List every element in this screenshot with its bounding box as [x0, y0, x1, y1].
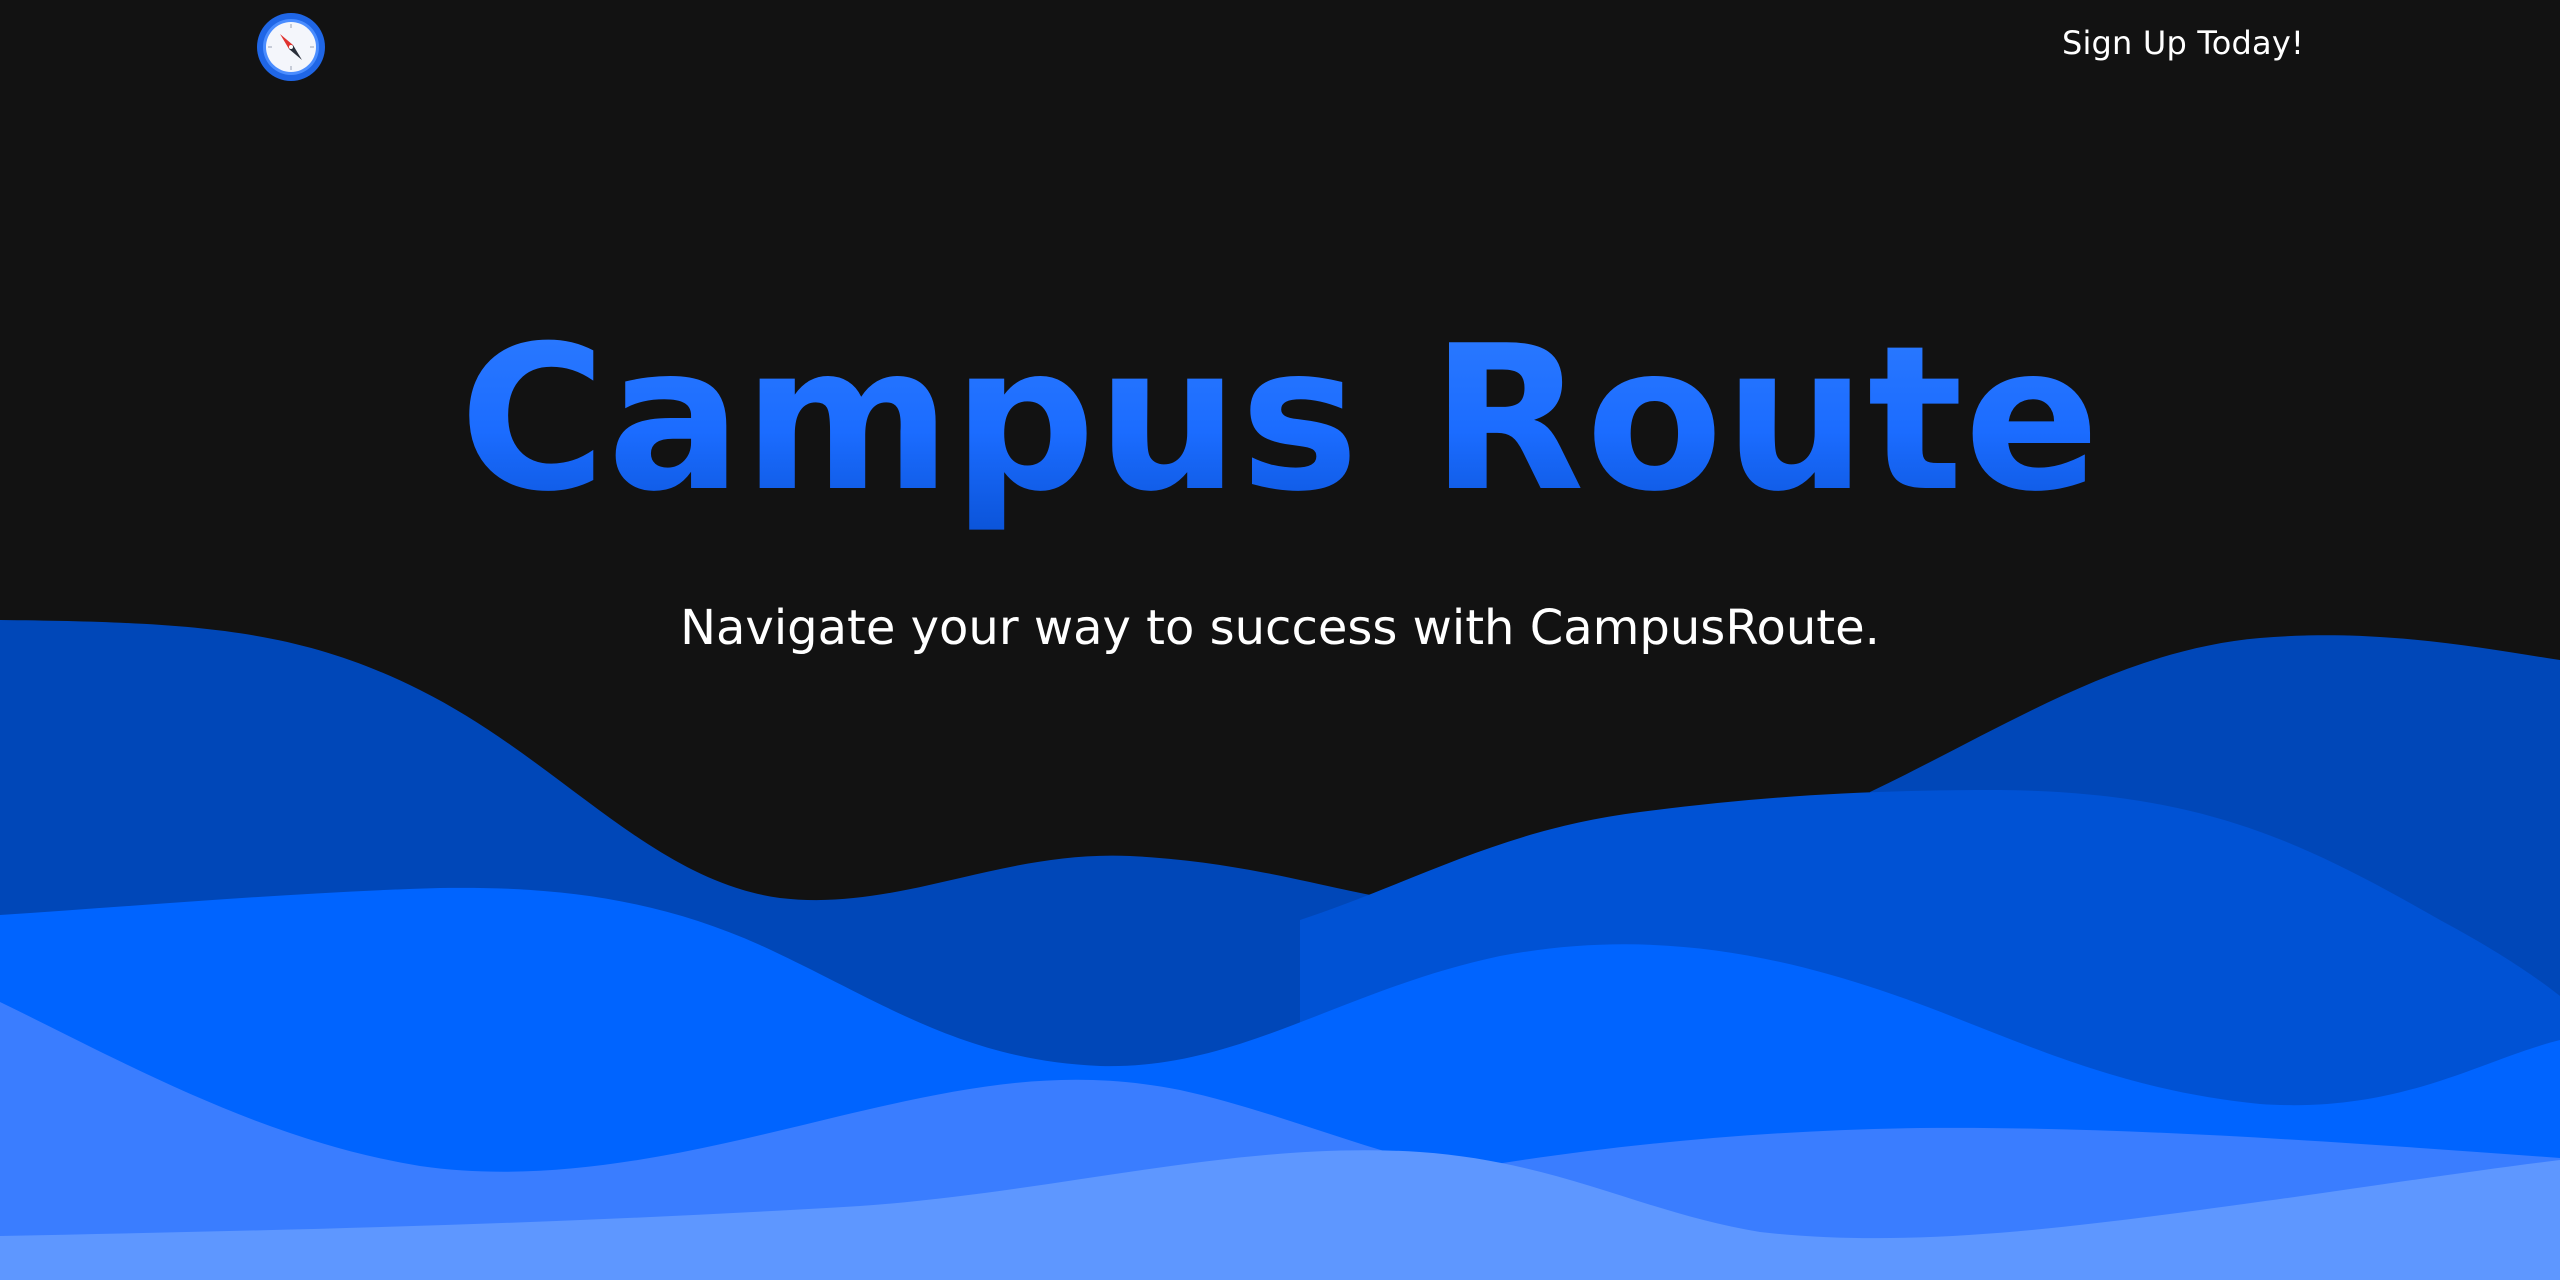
landing-page: Sign Up Today! Campus Route Navigate you…: [0, 0, 2560, 1280]
top-nav: Sign Up Today!: [0, 0, 2560, 96]
compass-icon[interactable]: [256, 12, 326, 82]
hero-subtitle: Navigate your way to success with Campus…: [680, 600, 1880, 656]
sign-up-link[interactable]: Sign Up Today!: [2062, 24, 2304, 62]
hero-title: Campus Route: [0, 300, 2560, 540]
